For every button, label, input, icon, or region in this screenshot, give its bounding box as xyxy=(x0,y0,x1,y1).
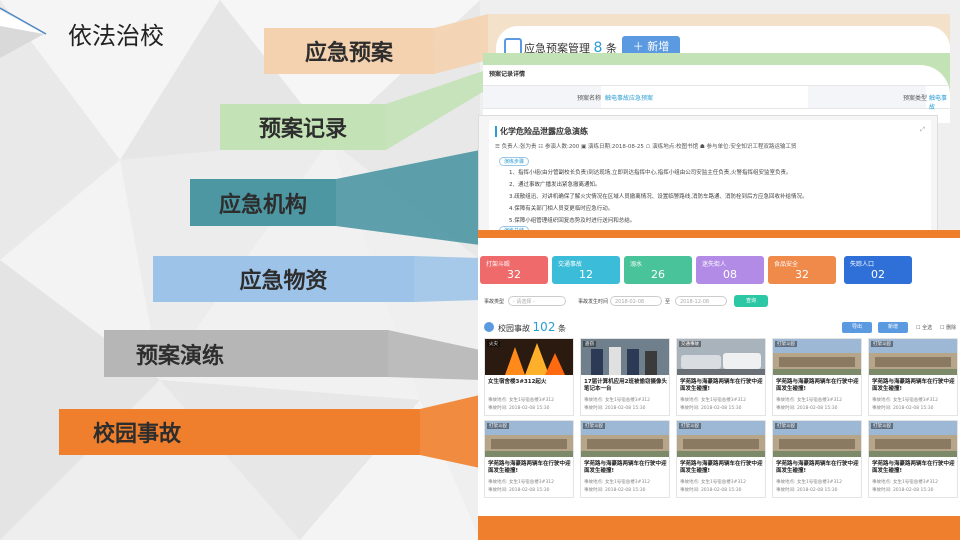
accident-card[interactable]: 打架斗殴学苑路与海豪路两辆车在行驶中迎面发生碰撞! 事故地点: 女生1号宿舍楼3#… xyxy=(868,338,958,416)
campus-accident-panel: 打架斗殴 32 交通事故 12 溺水 26 迷失街人 08 食品安全 32 失踪人口 02 … xyxy=(478,238,960,516)
stat-lost[interactable]: 迷失街人 08 xyxy=(696,256,764,284)
accident-title: 学苑路与海豪路两辆车在行驶中迎面发生碰撞! xyxy=(872,461,955,474)
accident-time: 事故时间: 2018-02-08 15:30 xyxy=(680,406,742,411)
plan-name-value: 触电事故应急预案 xyxy=(605,95,654,102)
accident-badge: 打架斗殴 xyxy=(583,423,605,429)
stat-food-safety[interactable]: 食品安全 32 xyxy=(768,256,836,284)
accident-location: 事故地点: 女生1号宿舍楼3#312 xyxy=(776,398,843,403)
drill-step-5: 5.保障小组管理组织回复态势及时进行送问和总结。 xyxy=(509,218,636,224)
accident-title: 学苑路与海豪路两辆车在行驶中迎面发生碰撞! xyxy=(584,461,667,474)
accident-time: 事故时间: 2018-02-08 15:30 xyxy=(872,488,934,493)
expand-icon[interactable]: ⤢ xyxy=(920,126,925,134)
add-accident-button[interactable]: 新增 xyxy=(878,322,908,333)
accident-card[interactable]: 打架斗殴学苑路与海豪路两辆车在行驶中迎面发生碰撞! 事故地点: 女生1号宿舍楼3#… xyxy=(484,420,574,498)
type-filter-label: 事故类型 xyxy=(484,299,505,305)
date-to-separator: 至 xyxy=(665,299,671,305)
drill-step-2: 2、通过事故广播发出紧急撤离通知。 xyxy=(509,182,601,188)
accident-title: 学苑路与海豪路两辆车在行驶中迎面发生碰撞! xyxy=(872,379,955,392)
accident-badge: 打架斗殴 xyxy=(679,423,701,429)
accident-badge: 打架斗殴 xyxy=(775,423,797,429)
accident-card[interactable]: 打架斗殴学苑路与海豪路两辆车在行驶中迎面发生碰撞! 事故地点: 女生1号宿舍楼3#… xyxy=(868,420,958,498)
accident-title: 学苑路与海豪路两辆车在行驶中迎面发生碰撞! xyxy=(776,379,859,392)
accident-badge: 打架斗殴 xyxy=(871,423,893,429)
accident-badge: 打架斗殴 xyxy=(871,341,893,347)
accident-location: 事故地点: 女生1号宿舍楼3#312 xyxy=(872,398,939,403)
drill-step-1: 1、指挥小组(由分管副校长负责)到达现场,立即到达指挥中心,指挥小组由公司安监主… xyxy=(509,170,792,176)
date-to-input[interactable]: 2018-12-08 xyxy=(675,296,727,306)
accident-time: 事故时间: 2018-02-08 15:30 xyxy=(680,488,742,493)
time-filter-label: 事故发生时间 xyxy=(578,299,609,305)
record-detail-header: 预案记录详情 xyxy=(489,71,526,78)
accident-title: 学苑路与海豪路两辆车在行驶中迎面发生碰撞! xyxy=(488,461,571,474)
delete-checkbox[interactable]: ☐ 删除 xyxy=(940,324,956,331)
date-from-input[interactable]: 2018-02-08 xyxy=(610,296,662,306)
label-plan-record: 预案记录 xyxy=(220,104,386,150)
stat-traffic[interactable]: 交通事故 12 xyxy=(552,256,620,284)
accident-time: 事故时间: 2018-02-08 15:30 xyxy=(488,406,550,411)
drill-steps-tag: 演练步骤 xyxy=(499,157,530,166)
select-all-checkbox[interactable]: ☐ 全选 xyxy=(916,324,932,331)
accident-title: 17届计算机应用2班被偷窃摄像头笔记本一台 xyxy=(584,379,667,392)
accident-location: 事故地点: 女生1号宿舍楼3#312 xyxy=(680,398,747,403)
label-emergency-org: 应急机构 xyxy=(190,179,336,226)
stat-fighting[interactable]: 打架斗殴 32 xyxy=(480,256,548,284)
accident-time: 事故时间: 2018-02-08 15:30 xyxy=(872,406,934,411)
plan-type-label: 预案类型 xyxy=(903,95,928,102)
accident-card[interactable]: 盗窃 17届计算机应用2班被偷窃摄像头笔记本一台事故地点: 女生1号宿舍楼3#31… xyxy=(580,338,670,416)
plan-record-screenshot: 预案记录详情 预案名称 触电事故应急预案 预案类型 触电事故 xyxy=(483,53,950,123)
stat-drowning[interactable]: 溺水 26 xyxy=(624,256,692,284)
export-button[interactable]: 导出 xyxy=(842,322,872,333)
accident-location: 事故地点: 女生1号宿舍楼3#312 xyxy=(488,480,555,485)
accident-card[interactable]: 打架斗殴学苑路与海豪路两辆车在行驶中迎面发生碰撞! 事故地点: 女生1号宿舍楼3#… xyxy=(580,420,670,498)
accident-card[interactable]: 打架斗殴学苑路与海豪路两辆车在行驶中迎面发生碰撞! 事故地点: 女生1号宿舍楼3#… xyxy=(772,338,862,416)
accident-card[interactable]: 打架斗殴学苑路与海豪路两辆车在行驶中迎面发生碰撞! 事故地点: 女生1号宿舍楼3#… xyxy=(772,420,862,498)
section-icon xyxy=(484,322,494,332)
record-detail-row: 预案名称 触电事故应急预案 预案类型 触电事故 xyxy=(483,85,950,111)
accident-badge: 交通事故 xyxy=(679,341,701,347)
accident-title: 学苑路与海豪路两辆车在行驶中迎面发生碰撞! xyxy=(680,461,763,474)
plus-icon: ＋ xyxy=(632,40,648,53)
drill-card: 化学危险品泄露应急演练 ⤢ ☰ 负责人:张为贵 ☷ 参演人数:200 ▣ 演练日… xyxy=(489,120,931,234)
accident-card[interactable]: 火灾女生宿舍楼3#312起火事故地点: 女生1号宿舍楼3#312 事故时间: 20… xyxy=(484,338,574,416)
accident-badge: 打架斗殴 xyxy=(487,423,509,429)
plan-type-value: 触电事故 xyxy=(929,95,948,111)
stat-missing[interactable]: 失踪人口 02 xyxy=(844,256,912,284)
accident-badge: 盗窃 xyxy=(583,341,596,347)
campus-accident-screenshot: 打架斗殴 32 交通事故 12 溺水 26 迷失街人 08 食品安全 32 失踪人口 02 … xyxy=(478,230,960,540)
drill-step-3: 3.疏散组迅、对讲机确保了解火灾情况在区域人员撤离情况、设置临警路线,消防车路通… xyxy=(509,194,808,200)
drill-meta: ☰ 负责人:张为贵 ☷ 参演人数:200 ▣ 演练日期:2018-08-25 ☖… xyxy=(495,144,797,150)
accident-card[interactable]: 交通事故学苑路与海豪路两辆车在行驶中迎面发生碰撞! 事故地点: 女生1号宿舍楼3#… xyxy=(676,338,766,416)
drill-screenshot: 化学危险品泄露应急演练 ⤢ ☰ 负责人:张为贵 ☷ 参演人数:200 ▣ 演练日… xyxy=(478,115,938,235)
accident-location: 事故地点: 女生1号宿舍楼3#312 xyxy=(680,480,747,485)
label-plan-drill: 预案演练 xyxy=(104,330,388,377)
accident-title: 女生宿舍楼3#312起火 xyxy=(488,379,547,385)
label-emergency-supplies: 应急物资 xyxy=(153,256,414,302)
accident-title: 学苑路与海豪路两辆车在行驶中迎面发生碰撞! xyxy=(776,461,859,474)
query-button[interactable]: 查询 xyxy=(734,295,768,307)
accident-badge: 火灾 xyxy=(487,341,500,347)
accident-time: 事故时间: 2018-02-08 15:30 xyxy=(776,488,838,493)
accident-time: 事故时间: 2018-02-08 15:30 xyxy=(584,488,646,493)
accident-time: 事故时间: 2018-02-08 15:30 xyxy=(776,406,838,411)
accident-location: 事故地点: 女生1号宿舍楼3#312 xyxy=(584,480,651,485)
accident-location: 事故地点: 女生1号宿舍楼3#312 xyxy=(488,398,555,403)
drill-title: 化学危险品泄露应急演练 xyxy=(495,126,588,137)
accident-location: 事故地点: 女生1号宿舍楼3#312 xyxy=(776,480,843,485)
accident-time: 事故时间: 2018-02-08 15:30 xyxy=(584,406,646,411)
type-select[interactable]: - 请选择 - xyxy=(508,296,566,306)
accident-time: 事故时间: 2018-02-08 15:30 xyxy=(488,488,550,493)
drill-step-4: 4.保障有关部门相人员变更临时应急行动。 xyxy=(509,206,614,212)
plan-name-label: 预案名称 xyxy=(577,95,602,102)
accident-card[interactable]: 打架斗殴学苑路与海豪路两辆车在行驶中迎面发生碰撞! 事故地点: 女生1号宿舍楼3#… xyxy=(676,420,766,498)
accident-badge: 打架斗殴 xyxy=(775,341,797,347)
label-emergency-plan: 应急预案 xyxy=(264,28,434,74)
accident-location: 事故地点: 女生1号宿舍楼3#312 xyxy=(584,398,651,403)
accident-location: 事故地点: 女生1号宿舍楼3#312 xyxy=(872,480,939,485)
label-campus-accident: 校园事故 xyxy=(59,409,420,455)
accident-title: 学苑路与海豪路两辆车在行驶中迎面发生碰撞! xyxy=(680,379,763,392)
section-title: 校园事故 102 条 xyxy=(498,320,566,334)
